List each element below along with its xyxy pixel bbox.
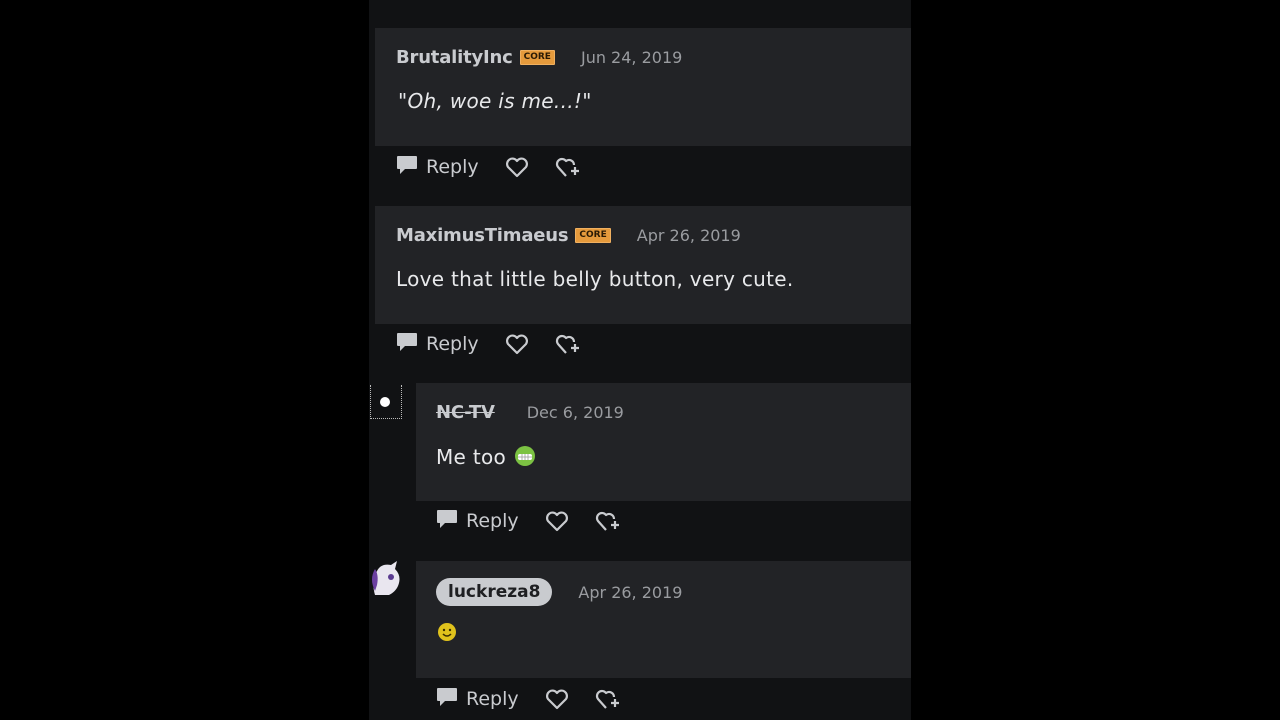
reply-button[interactable]: Reply [436,687,519,711]
reply-label: Reply [426,156,479,178]
comment-actions: Reply [436,685,621,713]
heart-outline-icon[interactable] [505,156,529,178]
comment-actions: Reply [396,330,581,358]
heart-plus-icon[interactable] [595,687,621,711]
speech-bubble-icon [396,155,418,179]
grimace-emoji-icon [513,444,537,473]
core-badge: CORE [519,49,555,65]
username[interactable]: BrutalityInc [396,47,513,68]
reply-label: Reply [426,333,479,355]
comment-text-row: Me too [436,444,537,473]
username[interactable]: NC-TV [436,402,495,423]
speech-bubble-icon [436,509,458,533]
heart-plus-icon[interactable] [555,155,581,179]
reply-button[interactable]: Reply [436,509,519,533]
heart-plus-icon[interactable] [595,509,621,533]
heart-plus-icon[interactable] [555,332,581,356]
comment-header: luckreza8 Apr 26, 2019 [436,577,682,607]
username-pill[interactable]: luckreza8 [436,578,553,606]
avatar-dot [380,397,390,407]
reply-label: Reply [466,688,519,710]
heart-outline-icon[interactable] [505,333,529,355]
speech-bubble-icon [436,687,458,711]
comment-date: Dec 6, 2019 [526,402,624,422]
avatar[interactable] [369,561,403,601]
comment-actions: Reply [396,153,581,181]
comment-text: Love that little belly button, very cute… [396,267,794,291]
speech-bubble-icon [396,332,418,356]
username[interactable]: MaximusTimaeus [396,225,569,246]
comment-text: "Oh, woe is me...!" [398,89,592,113]
comment-date: Apr 26, 2019 [578,582,683,602]
comment-header: BrutalityInc CORE Jun 24, 2019 [396,45,682,69]
comment-actions: Reply [436,507,621,535]
comment-text: Me too [436,445,507,469]
smile-emoji-icon [437,622,457,646]
heart-outline-icon[interactable] [545,688,569,710]
comment-header: MaximusTimaeus CORE Apr 26, 2019 [396,223,741,247]
reply-button[interactable]: Reply [396,155,479,179]
reply-button[interactable]: Reply [396,332,479,356]
core-badge: CORE [575,227,611,243]
reply-label: Reply [466,510,519,532]
comment-date: Apr 26, 2019 [636,225,741,245]
heart-outline-icon[interactable] [545,510,569,532]
comment-date: Jun 24, 2019 [580,47,683,67]
comment-header: NC-TV Dec 6, 2019 [436,400,624,424]
